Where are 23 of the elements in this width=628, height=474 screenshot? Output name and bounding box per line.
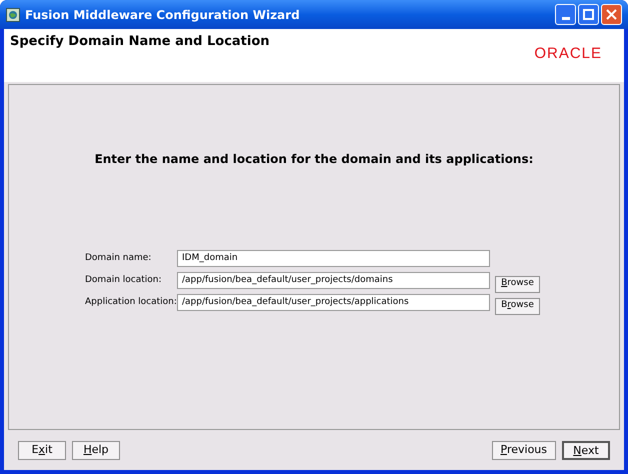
maximize-button[interactable]	[578, 4, 599, 25]
field-label: Domain location:	[85, 274, 163, 287]
previous-button[interactable]: Previous	[492, 440, 556, 460]
input-field[interactable]: IDM_domain	[177, 250, 490, 267]
next-button[interactable]: Next	[562, 440, 610, 460]
exit-button[interactable]: Exit	[18, 440, 66, 460]
app-icon	[6, 8, 20, 22]
window-title: Fusion Middleware Configuration Wizard	[25, 6, 300, 24]
field-label: Domain name:	[85, 252, 152, 265]
help-button[interactable]: Help	[72, 440, 120, 460]
close-button[interactable]	[601, 4, 622, 25]
maximize-icon	[583, 9, 594, 20]
input-field[interactable]: /app/fusion/bea_default/user_projects/domains	[177, 272, 490, 289]
oracle-logo: ORACLE	[534, 44, 602, 64]
browse-button[interactable]: Browse	[495, 298, 540, 315]
browse-button[interactable]: Browse	[495, 276, 540, 293]
input-field[interactable]: /app/fusion/bea_default/user_projects/applications	[177, 294, 490, 311]
page-title: Specify Domain Name and Location	[10, 33, 270, 51]
minimize-button[interactable]	[555, 4, 576, 25]
close-icon	[606, 9, 617, 20]
instruction-heading: Enter the name and location for the domain and its applications:	[94, 151, 534, 168]
field-label: Application location:	[85, 296, 177, 309]
minimize-icon	[562, 17, 570, 20]
